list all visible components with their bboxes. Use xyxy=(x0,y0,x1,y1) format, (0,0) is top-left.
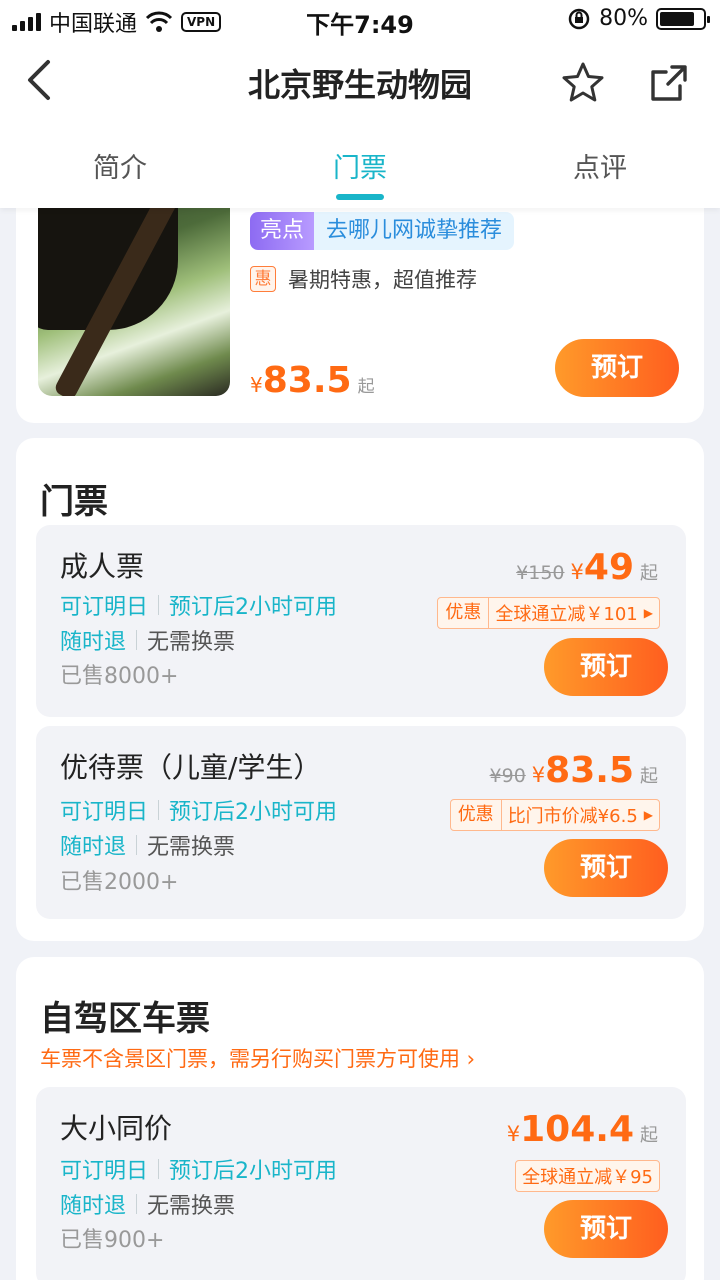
tab-intro[interactable]: 简介 xyxy=(20,146,220,185)
highlight-tag: 亮点 xyxy=(250,212,315,250)
tab-reviews[interactable]: 点评 xyxy=(500,146,700,185)
highlight-badge: 亮点 去哪儿网诚挚推荐 xyxy=(250,212,515,250)
promo-text: 暑期特惠，超值推荐 xyxy=(288,268,477,292)
ticket-tags: 随时退 无需换票 xyxy=(60,835,236,860)
discount-badge[interactable]: 优惠 比门市价减¥6.5 ▶ xyxy=(449,799,660,831)
discount-icon: 惠 xyxy=(250,266,276,292)
ticket-tags: 可订明日 预订后2小时可用 xyxy=(60,595,338,620)
ticket-book-button[interactable]: 预订 xyxy=(544,839,668,897)
ticket-price: ¥ 104.4 起 xyxy=(506,1109,658,1150)
highlight-text: 去哪儿网诚挚推荐 xyxy=(314,212,515,250)
attraction-photo xyxy=(38,180,230,396)
promo-row: 惠 暑期特惠，超值推荐 xyxy=(250,264,477,294)
share-icon[interactable] xyxy=(648,62,690,104)
ticket-book-button[interactable]: 预订 xyxy=(544,1200,668,1258)
featured-product-card[interactable]: 亮点 去哪儿网诚挚推荐 惠 暑期特惠，超值推荐 ¥ 83.5 起 预订 xyxy=(16,180,704,423)
tab-bar: 简介 门票 点评 xyxy=(0,128,720,208)
battery-percent: 80% xyxy=(599,6,648,31)
ticket-item[interactable]: 优待票（儿童/学生） 可订明日 预订后2小时可用 随时退 无需换票 已售2000+ … xyxy=(36,726,686,919)
section-title: 自驾区车票 xyxy=(40,999,210,1039)
ticket-tags: 可订明日 预订后2小时可用 xyxy=(60,1159,338,1184)
car-ticket-notice-link[interactable]: 车票不含景区门票，需另行购买门票方可使用 › xyxy=(40,1043,475,1073)
tickets-section: 门票 成人票 可订明日 预订后2小时可用 随时退 无需换票 已售8000+ ¥150… xyxy=(16,438,704,941)
active-tab-indicator xyxy=(336,194,384,200)
discount-badge[interactable]: 优惠 全球通立减￥101 ▶ xyxy=(437,597,660,629)
original-price: ¥150 xyxy=(516,562,565,584)
discount-badge[interactable]: 全球通立减￥95 xyxy=(515,1160,660,1192)
ticket-item[interactable]: 大小同价 可订明日 预订后2小时可用 随时退 无需换票 已售900+ ¥ 104.4… xyxy=(36,1087,686,1280)
sold-count: 已售900+ xyxy=(60,1228,165,1253)
featured-price: ¥ 83.5 起 xyxy=(250,360,375,401)
ticket-price: ¥90 ¥ 83.5 起 xyxy=(489,750,658,791)
nav-bar: 北京野生动物园 xyxy=(0,40,720,124)
ticket-price: ¥150 ¥ 49 起 xyxy=(516,547,658,588)
ticket-tags: 随时退 无需换票 xyxy=(60,1194,236,1219)
tab-tickets[interactable]: 门票 xyxy=(260,146,460,185)
original-price: ¥90 xyxy=(489,765,526,787)
battery-icon xyxy=(656,7,710,30)
featured-book-button[interactable]: 预订 xyxy=(555,339,679,397)
status-bar: 中国联通 VPN 下午7:49 80% xyxy=(0,0,720,40)
ticket-tags: 可订明日 预订后2小时可用 xyxy=(60,800,338,825)
sold-count: 已售8000+ xyxy=(60,664,179,689)
page-title: 北京野生动物园 xyxy=(247,66,472,104)
section-title: 门票 xyxy=(40,482,108,522)
orientation-lock-icon xyxy=(568,8,590,29)
triangle-right-icon: ▶ xyxy=(643,808,653,822)
star-icon[interactable] xyxy=(560,60,606,106)
sold-count: 已售2000+ xyxy=(60,870,179,895)
ticket-tags: 随时退 无需换票 xyxy=(60,630,236,655)
triangle-right-icon: ▶ xyxy=(643,606,653,620)
car-ticket-section: 自驾区车票 车票不含景区门票，需另行购买门票方可使用 › 大小同价 可订明日 预订… xyxy=(16,957,704,1280)
ticket-item[interactable]: 成人票 可订明日 预订后2小时可用 随时退 无需换票 已售8000+ ¥150 ¥ … xyxy=(36,525,686,717)
ticket-name: 大小同价 xyxy=(60,1112,173,1145)
ticket-name: 优待票（儿童/学生） xyxy=(60,751,322,784)
ticket-book-button[interactable]: 预订 xyxy=(544,638,668,696)
ticket-name: 成人票 xyxy=(60,550,145,583)
header: 中国联通 VPN 下午7:49 80% 北京野生动物园 简介 门票 点评 xyxy=(0,0,720,208)
